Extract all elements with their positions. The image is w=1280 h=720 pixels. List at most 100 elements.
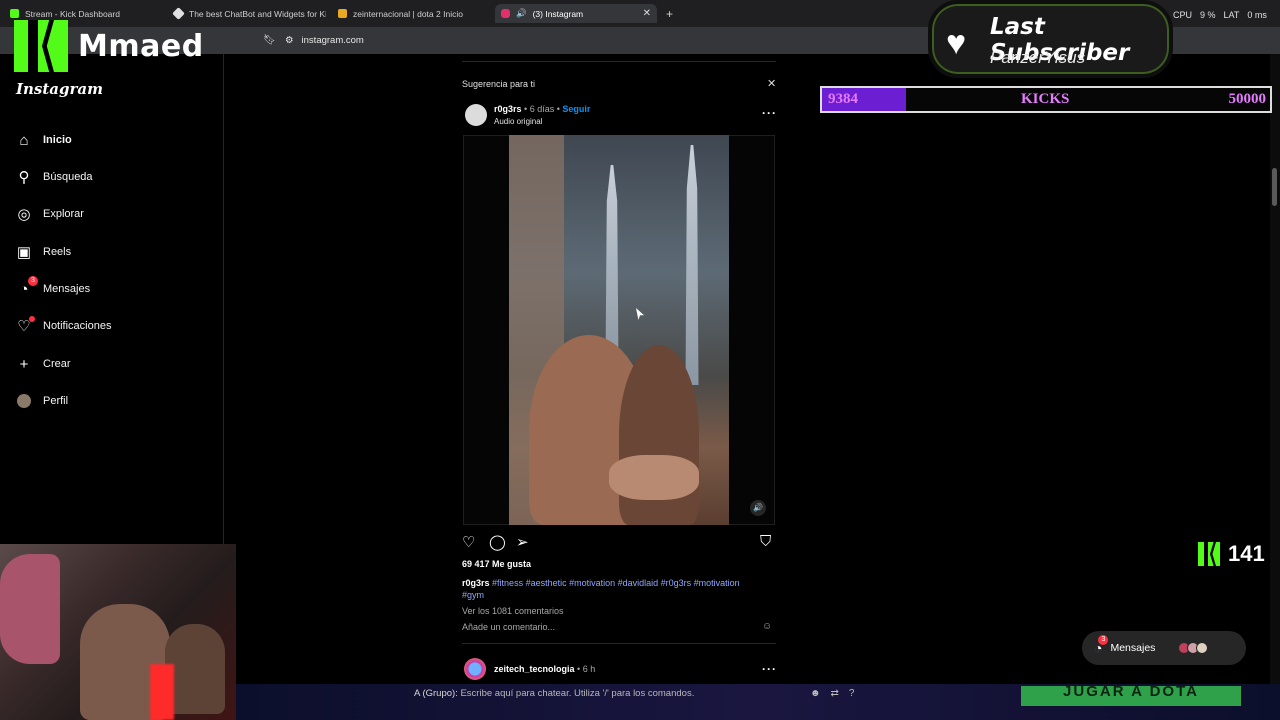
tab-title: (3) Instagram — [532, 8, 584, 19]
goal-label: KICKS — [1021, 91, 1070, 107]
post-time: 6 días — [529, 104, 555, 114]
site-info-icon[interactable]: ⚙ — [285, 35, 294, 46]
tab-dota[interactable]: zeinternacional | dota 2 Inicio — [332, 4, 490, 23]
post-username[interactable]: zeitech_tecnologia — [494, 664, 575, 674]
video-frame[interactable] — [509, 135, 729, 525]
messages-label: Mensajes — [1110, 642, 1156, 654]
like-icon[interactable]: ♡ — [462, 533, 475, 551]
cpu-label: CPU — [1173, 10, 1193, 20]
new-tab-button[interactable]: + — [660, 4, 680, 23]
tower-shape — [605, 165, 619, 365]
suggestion-header: Sugerencia para ti — [462, 79, 536, 89]
tab-title: Stream - Kick Dashboard — [25, 8, 120, 19]
nav-label: Notificaciones — [43, 320, 112, 332]
red-light — [150, 664, 174, 720]
tab-instagram[interactable]: 🔊 (3) Instagram ✕ — [495, 4, 657, 23]
more-options-icon[interactable]: ··· — [762, 662, 777, 676]
goal-target: 50000 — [1228, 91, 1267, 107]
nav-label: Explorar — [43, 208, 84, 220]
post-username[interactable]: r0g3rs — [494, 104, 522, 114]
dota-icon — [338, 9, 347, 18]
nav-busqueda[interactable]: ⚲ Búsqueda — [16, 169, 93, 186]
last-subscriber-widget: ♥ Last Subscriber PanzerYisus — [928, 0, 1173, 78]
close-tab-icon[interactable]: ✕ — [643, 8, 651, 19]
translate-icon[interactable]: ⇄ — [831, 688, 839, 699]
nav-crear[interactable]: + Crear — [16, 356, 71, 373]
post-avatar[interactable] — [465, 104, 487, 126]
help-icon[interactable]: ? — [849, 688, 855, 699]
instagram-logo[interactable]: Instagram — [16, 80, 103, 98]
avatar — [1196, 642, 1209, 654]
post-time: 6 h — [582, 664, 596, 674]
compass-icon: ◎ — [17, 206, 31, 223]
messenger-icon: ◔ 3 — [1094, 635, 1109, 656]
scrollbar-thumb[interactable] — [1272, 168, 1277, 206]
messenger-icon: ◔ 3 — [16, 276, 38, 298]
url-field[interactable]: 🔖︎ ⚙ instagram.com — [263, 32, 364, 48]
emoji-icon[interactable]: ☻ — [810, 688, 821, 699]
nav-inicio[interactable]: ⌂ Inicio — [16, 131, 71, 149]
emoji-icon[interactable]: ☺ — [762, 621, 772, 632]
bookmark-icon[interactable]: 🔖︎ — [263, 35, 276, 46]
chair-shape — [0, 554, 60, 664]
hand-shape — [609, 455, 699, 500]
view-comments-link[interactable]: Ver los 1081 comentarios — [462, 606, 564, 616]
goal-current: 9384 — [828, 91, 858, 107]
comment-icon[interactable]: ◯ — [489, 533, 506, 551]
chat-placeholder: Escribe aquí para chatear. Utiliza '/' p… — [460, 688, 695, 699]
caption-hashtags[interactable]: #fitness #aesthetic #motivation #davidla… — [462, 578, 740, 600]
nav-label: Mensajes — [43, 283, 91, 295]
volume-icon[interactable]: 🔊 — [750, 500, 766, 516]
home-icon: ⌂ — [19, 131, 29, 149]
system-monitor: CPU 9 % LAT 0 ms — [1173, 10, 1267, 20]
chat-tools: ☻ ⇄ ? — [810, 688, 854, 699]
cpu-value: 9 % — [1200, 10, 1216, 20]
save-icon[interactable]: ⛉ — [760, 533, 771, 550]
like-count[interactable]: 69 417 Me gusta — [462, 559, 531, 569]
caption-username[interactable]: r0g3rs — [462, 578, 490, 588]
notification-dot — [29, 316, 35, 322]
webcam-feed — [0, 544, 236, 720]
last-subscriber-name: PanzerYisus — [990, 48, 1086, 67]
post-author: r0g3rs • 6 días • Seguir — [494, 104, 591, 114]
diamond-icon — [172, 7, 185, 20]
nav-reels[interactable]: ▣ Reels — [16, 244, 71, 261]
divider — [462, 61, 776, 62]
instagram-icon — [501, 9, 510, 18]
nav-perfil[interactable]: Perfil — [16, 393, 68, 409]
tower-shape — [685, 145, 699, 385]
close-icon[interactable]: ✕ — [767, 77, 776, 90]
nav-mensajes[interactable]: ◔ 3 Mensajes — [16, 276, 91, 298]
nav-notificaciones[interactable]: ♡ Notificaciones — [16, 316, 112, 335]
nav-label: Crear — [43, 358, 71, 370]
game-chat-input[interactable]: A (Grupo): Escribe aquí para chatear. Ut… — [414, 688, 694, 699]
message-avatars — [1178, 642, 1209, 654]
streamer-name: Mmaed — [78, 28, 204, 64]
streamer-logo: Mmaed — [14, 20, 204, 72]
person-shape — [165, 624, 225, 714]
messages-button[interactable]: ◔ 3 Mensajes — [1082, 631, 1246, 665]
lat-value: 0 ms — [1247, 10, 1267, 20]
post-avatar[interactable] — [464, 658, 486, 680]
kick-count: 141 — [1228, 541, 1265, 566]
kick-logo-icon — [1198, 542, 1220, 566]
scrollbar[interactable] — [1270, 54, 1280, 684]
audio-link[interactable]: Audio original — [494, 117, 542, 126]
avatar — [16, 393, 32, 409]
nav-label: Búsqueda — [43, 171, 93, 183]
messages-badge: 3 — [28, 276, 38, 286]
nav-explorar[interactable]: ◎ Explorar — [16, 206, 84, 223]
search-icon: ⚲ — [18, 169, 30, 186]
share-icon[interactable]: ➢ — [516, 533, 529, 551]
url-text: instagram.com — [301, 34, 364, 46]
post-caption: r0g3rs #fitness #aesthetic #motivation #… — [462, 577, 762, 601]
comment-input[interactable]: Añade un comentario... — [462, 622, 555, 632]
more-options-icon[interactable]: ··· — [762, 106, 777, 120]
nav-label: Perfil — [43, 395, 69, 407]
follow-button[interactable]: Seguir — [562, 104, 590, 114]
divider — [462, 643, 776, 644]
kicks-goal-bar: 9384 KICKS 50000 — [820, 86, 1272, 113]
play-dota-banner[interactable]: JUGAR A DOTA — [1021, 686, 1241, 706]
reels-icon: ▣ — [16, 244, 32, 261]
tab-title: zeinternacional | dota 2 Inicio — [353, 8, 463, 19]
